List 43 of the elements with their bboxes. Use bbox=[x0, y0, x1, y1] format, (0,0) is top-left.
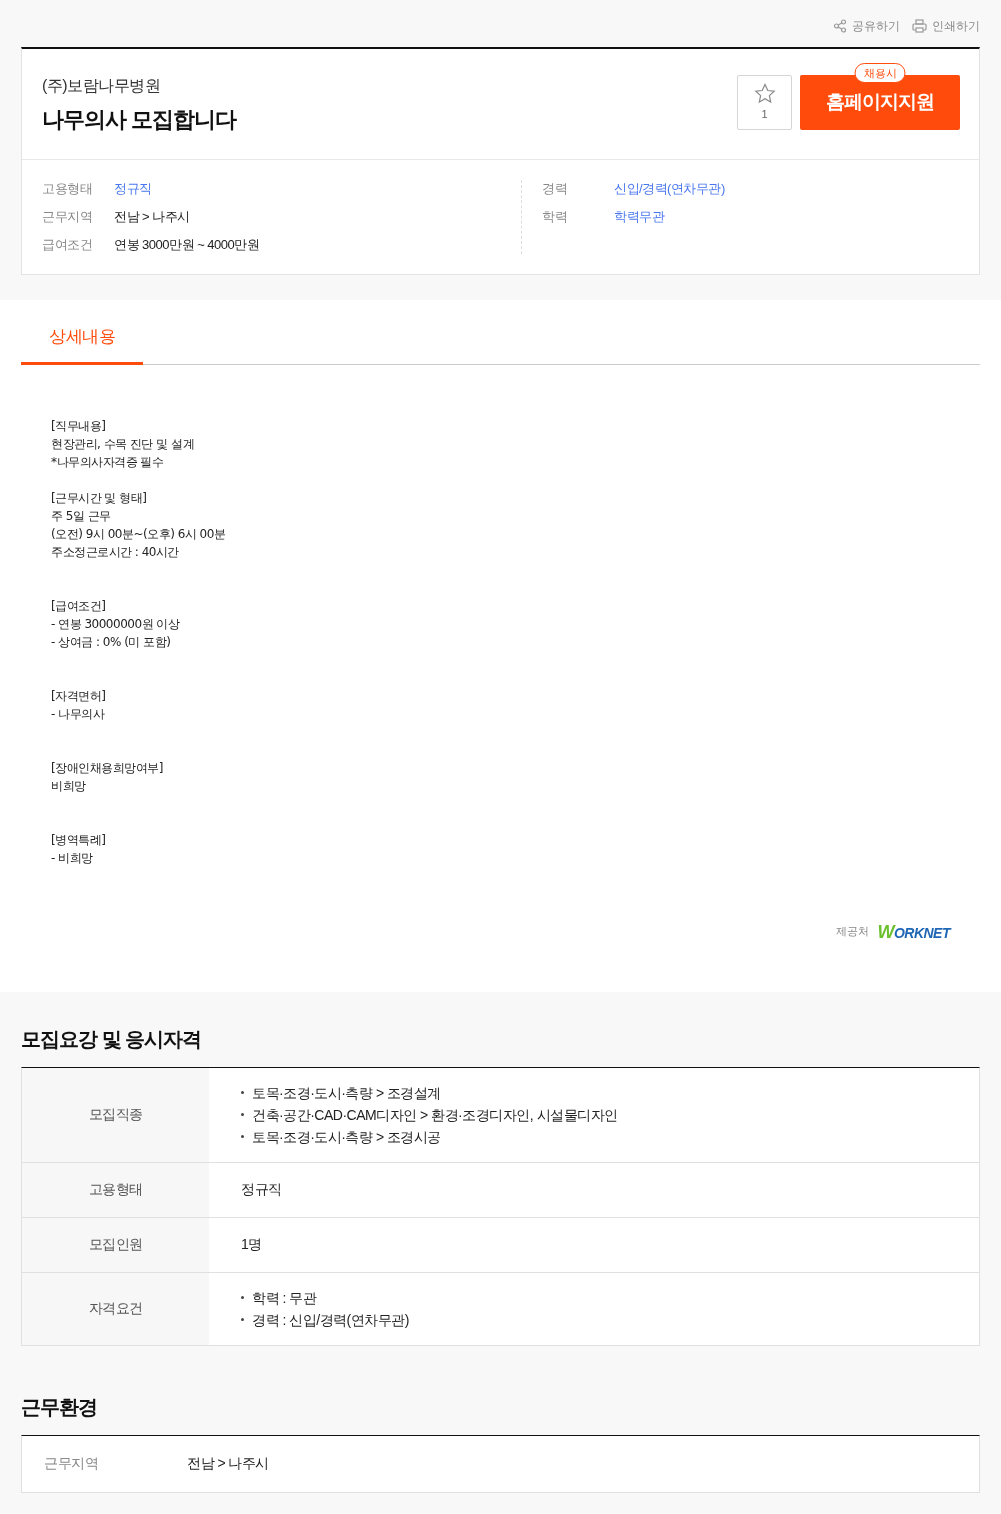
info-label: 학력 bbox=[542, 208, 568, 226]
hiring-badge: 채용시 bbox=[854, 63, 906, 83]
table-value: 학력 : 무관 bbox=[252, 1288, 317, 1307]
info-label: 고용형태 bbox=[42, 180, 93, 198]
section-title: 모집요강 및 응시자격 bbox=[21, 1026, 203, 1052]
info-value: 학력무관 bbox=[614, 208, 664, 226]
info-value: 정규직 bbox=[114, 180, 152, 198]
print-link[interactable]: 인쇄하기 bbox=[912, 17, 980, 35]
table-label: 모집직종 bbox=[22, 1067, 209, 1162]
bullet-icon bbox=[241, 1296, 244, 1299]
info-label: 근무지역 bbox=[42, 208, 93, 226]
table-value: 경력 : 신입/경력(연차무관) bbox=[252, 1310, 409, 1329]
table-label: 자격요건 bbox=[22, 1272, 209, 1345]
table-label: 근무지역 bbox=[44, 1454, 99, 1473]
share-link[interactable]: 공유하기 bbox=[833, 17, 900, 35]
print-icon bbox=[912, 19, 927, 33]
table-label: 고용형태 bbox=[22, 1162, 209, 1217]
scrap-button[interactable]: 1 bbox=[737, 75, 792, 130]
table-value: 정규직 bbox=[241, 1180, 283, 1199]
bullet-icon bbox=[241, 1113, 244, 1116]
table-value: 건축·공간·CAD·CAM디자인 > 환경·조경디자인, 시설물디자인 bbox=[252, 1105, 618, 1124]
tab[interactable]: 상세내용 bbox=[21, 324, 143, 365]
table-value: 토목·조경·도시·측량 > 조경시공 bbox=[252, 1127, 441, 1146]
job-title: 나무의사 모집합니다 bbox=[42, 106, 237, 134]
table-value: 전남 > 나주시 bbox=[187, 1454, 269, 1473]
table-value: 1명 bbox=[241, 1235, 263, 1254]
table-value: 토목·조경·도시·측량 > 조경설계 bbox=[252, 1083, 441, 1102]
bullet-icon bbox=[241, 1318, 244, 1321]
company-name: (주)보람나무병원 bbox=[42, 76, 162, 96]
job-description: [직무내용] 현장관리, 수목 진단 및 설계 *나무의사자격증 필수 [근무시간 및 형태] 주 5일 근무 (오전) 9시 00분~(오후) 6시 00분 주소정근로시간 : 40시간 [급여조건] - 연봉 30000000원 이상 - 상여금 : 0% (미 포함) [자격면허] - 나무의사 [장애인채용희망여부] 비희망 [병역특례] - 비희망 bbox=[51, 417, 227, 867]
share-icon bbox=[833, 19, 847, 33]
info-value: 전남 > 나주시 bbox=[114, 208, 190, 226]
bullet-icon bbox=[241, 1091, 244, 1094]
info-label: 경력 bbox=[542, 180, 568, 198]
provider-label: 제공처 bbox=[836, 923, 870, 940]
section-title: 근무환경 bbox=[21, 1394, 98, 1420]
bullet-icon bbox=[241, 1135, 244, 1138]
info-value: 신입/경력(연차무관) bbox=[614, 180, 725, 198]
provider-logo: WORKNET bbox=[877, 920, 950, 944]
info-label: 급여조건 bbox=[42, 236, 93, 254]
info-value: 연봉 3000만원 ~ 4000만원 bbox=[114, 236, 260, 254]
table-label: 모집인원 bbox=[22, 1217, 209, 1272]
star-icon bbox=[753, 82, 776, 104]
